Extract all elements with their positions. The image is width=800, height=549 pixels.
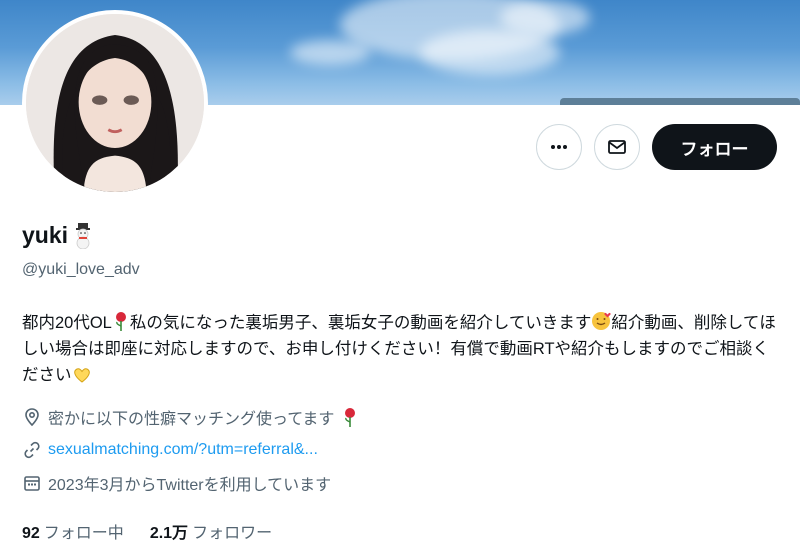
rose-icon [115,312,126,331]
user-handle: @yuki_love_adv [22,261,140,278]
rose-icon [345,408,356,427]
following-label: フォロー中 [43,525,124,542]
calendar-icon [24,476,40,491]
location-pin-icon [25,408,39,427]
location-text: 密かに以下の性癖マッチング使ってます [48,411,335,428]
avatar-portrait [26,14,204,192]
following-count: 92 [22,525,40,542]
profile-website: sexualmatching.com/?utm=referral&... [22,440,318,460]
bio-part-2: 私の気になった裏垢男子、裏垢女子の動画を紹介していきます [129,314,592,332]
avatar[interactable] [22,10,208,196]
follow-button[interactable]: フォロー [652,124,777,170]
banner-horizon [560,98,800,105]
website-link[interactable]: sexualmatching.com/?utm=referral&... [48,441,318,459]
joined-text: 2023年3月からTwitterを利用しています [48,477,332,494]
followers-label: フォロワー [192,525,273,542]
profile-stats: 92 フォロー中 2.1万 フォロワー [22,519,272,543]
more-horizontal-icon [551,145,567,149]
display-name: yuki [22,222,94,249]
profile-joined-date: 2023年3月からTwitterを利用しています [22,471,331,495]
display-name-text: yuki [22,222,69,248]
snowman-emoji-icon [76,222,91,249]
profile-location: 密かに以下の性癖マッチング使ってます [22,405,360,429]
envelope-icon [608,140,626,154]
banner-cloud [500,0,590,35]
profile-bio: 都内20代OL 私の気になった裏垢男子、裏垢女子の動画を紹介していきます 紹介動画、… [22,310,782,388]
heart-hands-icon [73,368,90,383]
followers-count: 2.1万 [149,525,189,542]
following-stat[interactable]: 92 フォロー中 [22,519,124,543]
banner-cloud [290,40,370,65]
smiling-face-with-hearts-icon [592,312,612,330]
link-icon [24,441,40,459]
bio-part-1: 都内20代OL [22,314,112,332]
banner-cloud [420,30,560,75]
message-button[interactable] [594,124,640,170]
more-options-button[interactable] [536,124,582,170]
followers-stat[interactable]: 2.1万 フォロワー [150,519,272,543]
